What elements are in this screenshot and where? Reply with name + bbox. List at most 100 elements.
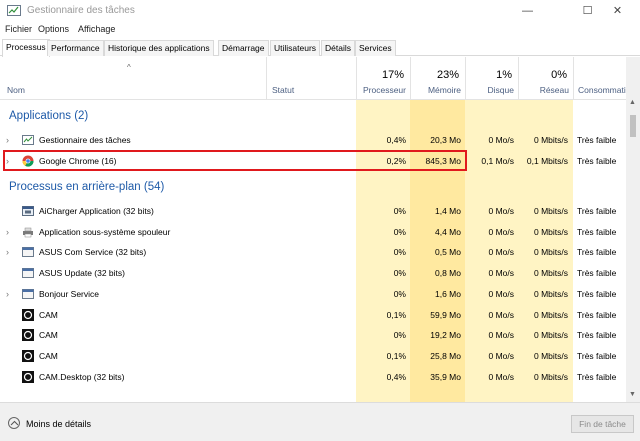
expand-chevron-icon[interactable]: › <box>6 135 9 145</box>
process-name: ASUS Com Service (32 bits) <box>39 247 147 258</box>
cam-icon <box>22 329 34 342</box>
tab-utilisateurs[interactable]: Utilisateurs <box>270 40 321 56</box>
net-value: 0 Mbits/s <box>533 288 568 299</box>
task-manager-icon <box>22 134 34 146</box>
mem-value: 20,3 Mo <box>430 135 461 145</box>
power-value: Très faible <box>577 268 617 279</box>
power-value: Très faible <box>577 247 617 258</box>
expand-chevron-icon[interactable]: › <box>6 247 9 257</box>
expand-chevron-icon[interactable]: › <box>6 289 9 299</box>
col-power-header[interactable]: Consommatio... <box>573 57 638 99</box>
printer-icon <box>22 226 34 238</box>
power-value: Très faible <box>577 155 617 166</box>
cam-icon <box>22 308 34 321</box>
task-manager-icon <box>7 5 21 16</box>
net-value: 0 Mbits/s <box>533 247 568 258</box>
net-value: 0 Mbits/s <box>533 309 568 320</box>
process-name: CAM <box>39 330 58 341</box>
power-value: Très faible <box>577 226 617 237</box>
chrome-highlight-box <box>3 150 467 171</box>
process-row[interactable]: AiCharger Application (32 bits) 0% 1,4 Mo 0… <box>0 201 626 222</box>
minimize-icon[interactable]: — <box>505 0 550 22</box>
mem-value: 19,2 Mo <box>430 330 461 341</box>
net-value: 0 Mbits/s <box>533 206 568 216</box>
process-name: ASUS Update (32 bits) <box>39 268 125 279</box>
mem-value: 4,4 Mo <box>435 226 461 237</box>
vertical-scrollbar[interactable]: ▲ ▼ <box>626 57 640 402</box>
column-header: ^ Nom Statut 17% Processeur 23% Mémoire … <box>0 57 638 100</box>
menu-bar: Fichier Options Affichage <box>0 22 640 38</box>
process-grid: ^ Nom Statut 17% Processeur 23% Mémoire … <box>0 57 640 402</box>
net-value: 0 Mbits/s <box>533 226 568 237</box>
service-window-icon <box>22 288 34 300</box>
process-row[interactable]: CAM 0% 19,2 Mo 0 Mo/s 0 Mbits/s Très faible <box>0 325 626 346</box>
cpu-value: 0% <box>393 247 406 258</box>
process-row[interactable]: CAM 0,1% 25,8 Mo 0 Mo/s 0 Mbits/s Très faible <box>0 346 626 367</box>
disk-value: 0 Mo/s <box>488 371 514 382</box>
net-value: 0 Mbits/s <box>533 268 568 279</box>
scroll-down-icon[interactable]: ▼ <box>629 391 636 398</box>
process-row[interactable]: ASUS Update (32 bits) 0% 0,8 Mo 0 Mo/s 0 Mbi… <box>0 263 626 284</box>
process-row[interactable]: › Bonjour Service 0% 1,6 Mo 0 Mo/s 0 Mbits/s T… <box>0 284 626 305</box>
window-title: Gestionnaire des tâches <box>27 5 135 16</box>
col-net-header[interactable]: 0% Réseau <box>518 57 573 99</box>
disk-value: 0 Mo/s <box>488 330 514 341</box>
menu-options[interactable]: Options <box>38 24 69 34</box>
tab-processus[interactable]: Processus <box>2 39 50 57</box>
mem-value: 35,9 Mo <box>430 371 461 382</box>
cpu-value: 0,1% <box>386 309 406 320</box>
disk-value: 0 Mo/s <box>488 247 514 258</box>
less-details-link[interactable]: Moins de détails <box>26 419 91 429</box>
scroll-up-icon[interactable]: ▲ <box>629 99 636 106</box>
tab-services[interactable]: Services <box>355 40 396 56</box>
process-name: Application sous-système spouleur <box>39 226 171 237</box>
close-icon[interactable]: ✕ <box>595 0 640 22</box>
process-name: Gestionnaire des tâches <box>39 135 131 145</box>
cam-icon <box>22 370 34 383</box>
col-status-header[interactable]: Statut <box>266 57 356 99</box>
footer: Moins de détails Fin de tâche <box>0 402 640 441</box>
service-window-icon <box>22 246 34 258</box>
process-row[interactable]: › Gestionnaire des tâches 0,4% 20,3 Mo 0 Mo/… <box>0 130 626 151</box>
mem-value: 1,6 Mo <box>435 288 461 299</box>
menu-affichage[interactable]: Affichage <box>78 24 115 34</box>
col-name-header[interactable]: Nom <box>7 85 25 95</box>
group-applications: Applications (2) <box>9 110 89 122</box>
group-background: Processus en arrière-plan (54) <box>9 181 165 193</box>
net-value: 0 Mbits/s <box>533 350 568 361</box>
power-value: Très faible <box>577 135 617 145</box>
tab-performance[interactable]: Performance <box>47 40 104 56</box>
col-mem-header[interactable]: 23% Mémoire <box>410 57 465 99</box>
power-value: Très faible <box>577 288 617 299</box>
disk-value: 0 Mo/s <box>488 135 514 145</box>
scroll-thumb[interactable] <box>630 115 636 137</box>
process-name: CAM <box>39 350 58 361</box>
power-value: Très faible <box>577 206 617 216</box>
col-disk-header[interactable]: 1% Disque <box>465 57 518 99</box>
sort-up-icon: ^ <box>127 63 131 72</box>
process-row[interactable]: CAM.Desktop (32 bits) 0,4% 35,9 Mo 0 Mo/s 0 … <box>0 367 626 388</box>
tab-demarrage[interactable]: Démarrage <box>218 40 269 56</box>
process-row[interactable]: › ASUS Com Service (32 bits) 0% 0,5 Mo 0 Mo/… <box>0 242 626 263</box>
process-row[interactable]: › Application sous-système spouleur 0% 4,4 … <box>0 222 626 243</box>
power-value: Très faible <box>577 309 617 320</box>
net-value: 0 Mbits/s <box>533 330 568 341</box>
disk-value: 0 Mo/s <box>488 288 514 299</box>
process-row[interactable]: CAM 0,1% 59,9 Mo 0 Mo/s 0 Mbits/s Très faible <box>0 305 626 326</box>
mem-value: 0,5 Mo <box>435 247 461 258</box>
cpu-value: 0% <box>393 330 406 341</box>
title-bar: Gestionnaire des tâches — ☐ ✕ <box>0 0 640 22</box>
tab-historique[interactable]: Historique des applications <box>104 40 214 56</box>
net-value: 0 Mbits/s <box>533 371 568 382</box>
power-value: Très faible <box>577 371 617 382</box>
mem-value: 0,8 Mo <box>435 268 461 279</box>
menu-fichier[interactable]: Fichier <box>5 24 32 34</box>
tab-details[interactable]: Détails <box>321 40 355 56</box>
less-details-icon[interactable] <box>8 417 20 429</box>
expand-chevron-icon[interactable]: › <box>6 227 9 237</box>
disk-value: 0 Mo/s <box>488 350 514 361</box>
col-cpu-header[interactable]: 17% Processeur <box>356 57 410 99</box>
end-task-button[interactable]: Fin de tâche <box>571 415 634 433</box>
disk-value: 0 Mo/s <box>488 309 514 320</box>
disk-value: 0 Mo/s <box>488 268 514 279</box>
